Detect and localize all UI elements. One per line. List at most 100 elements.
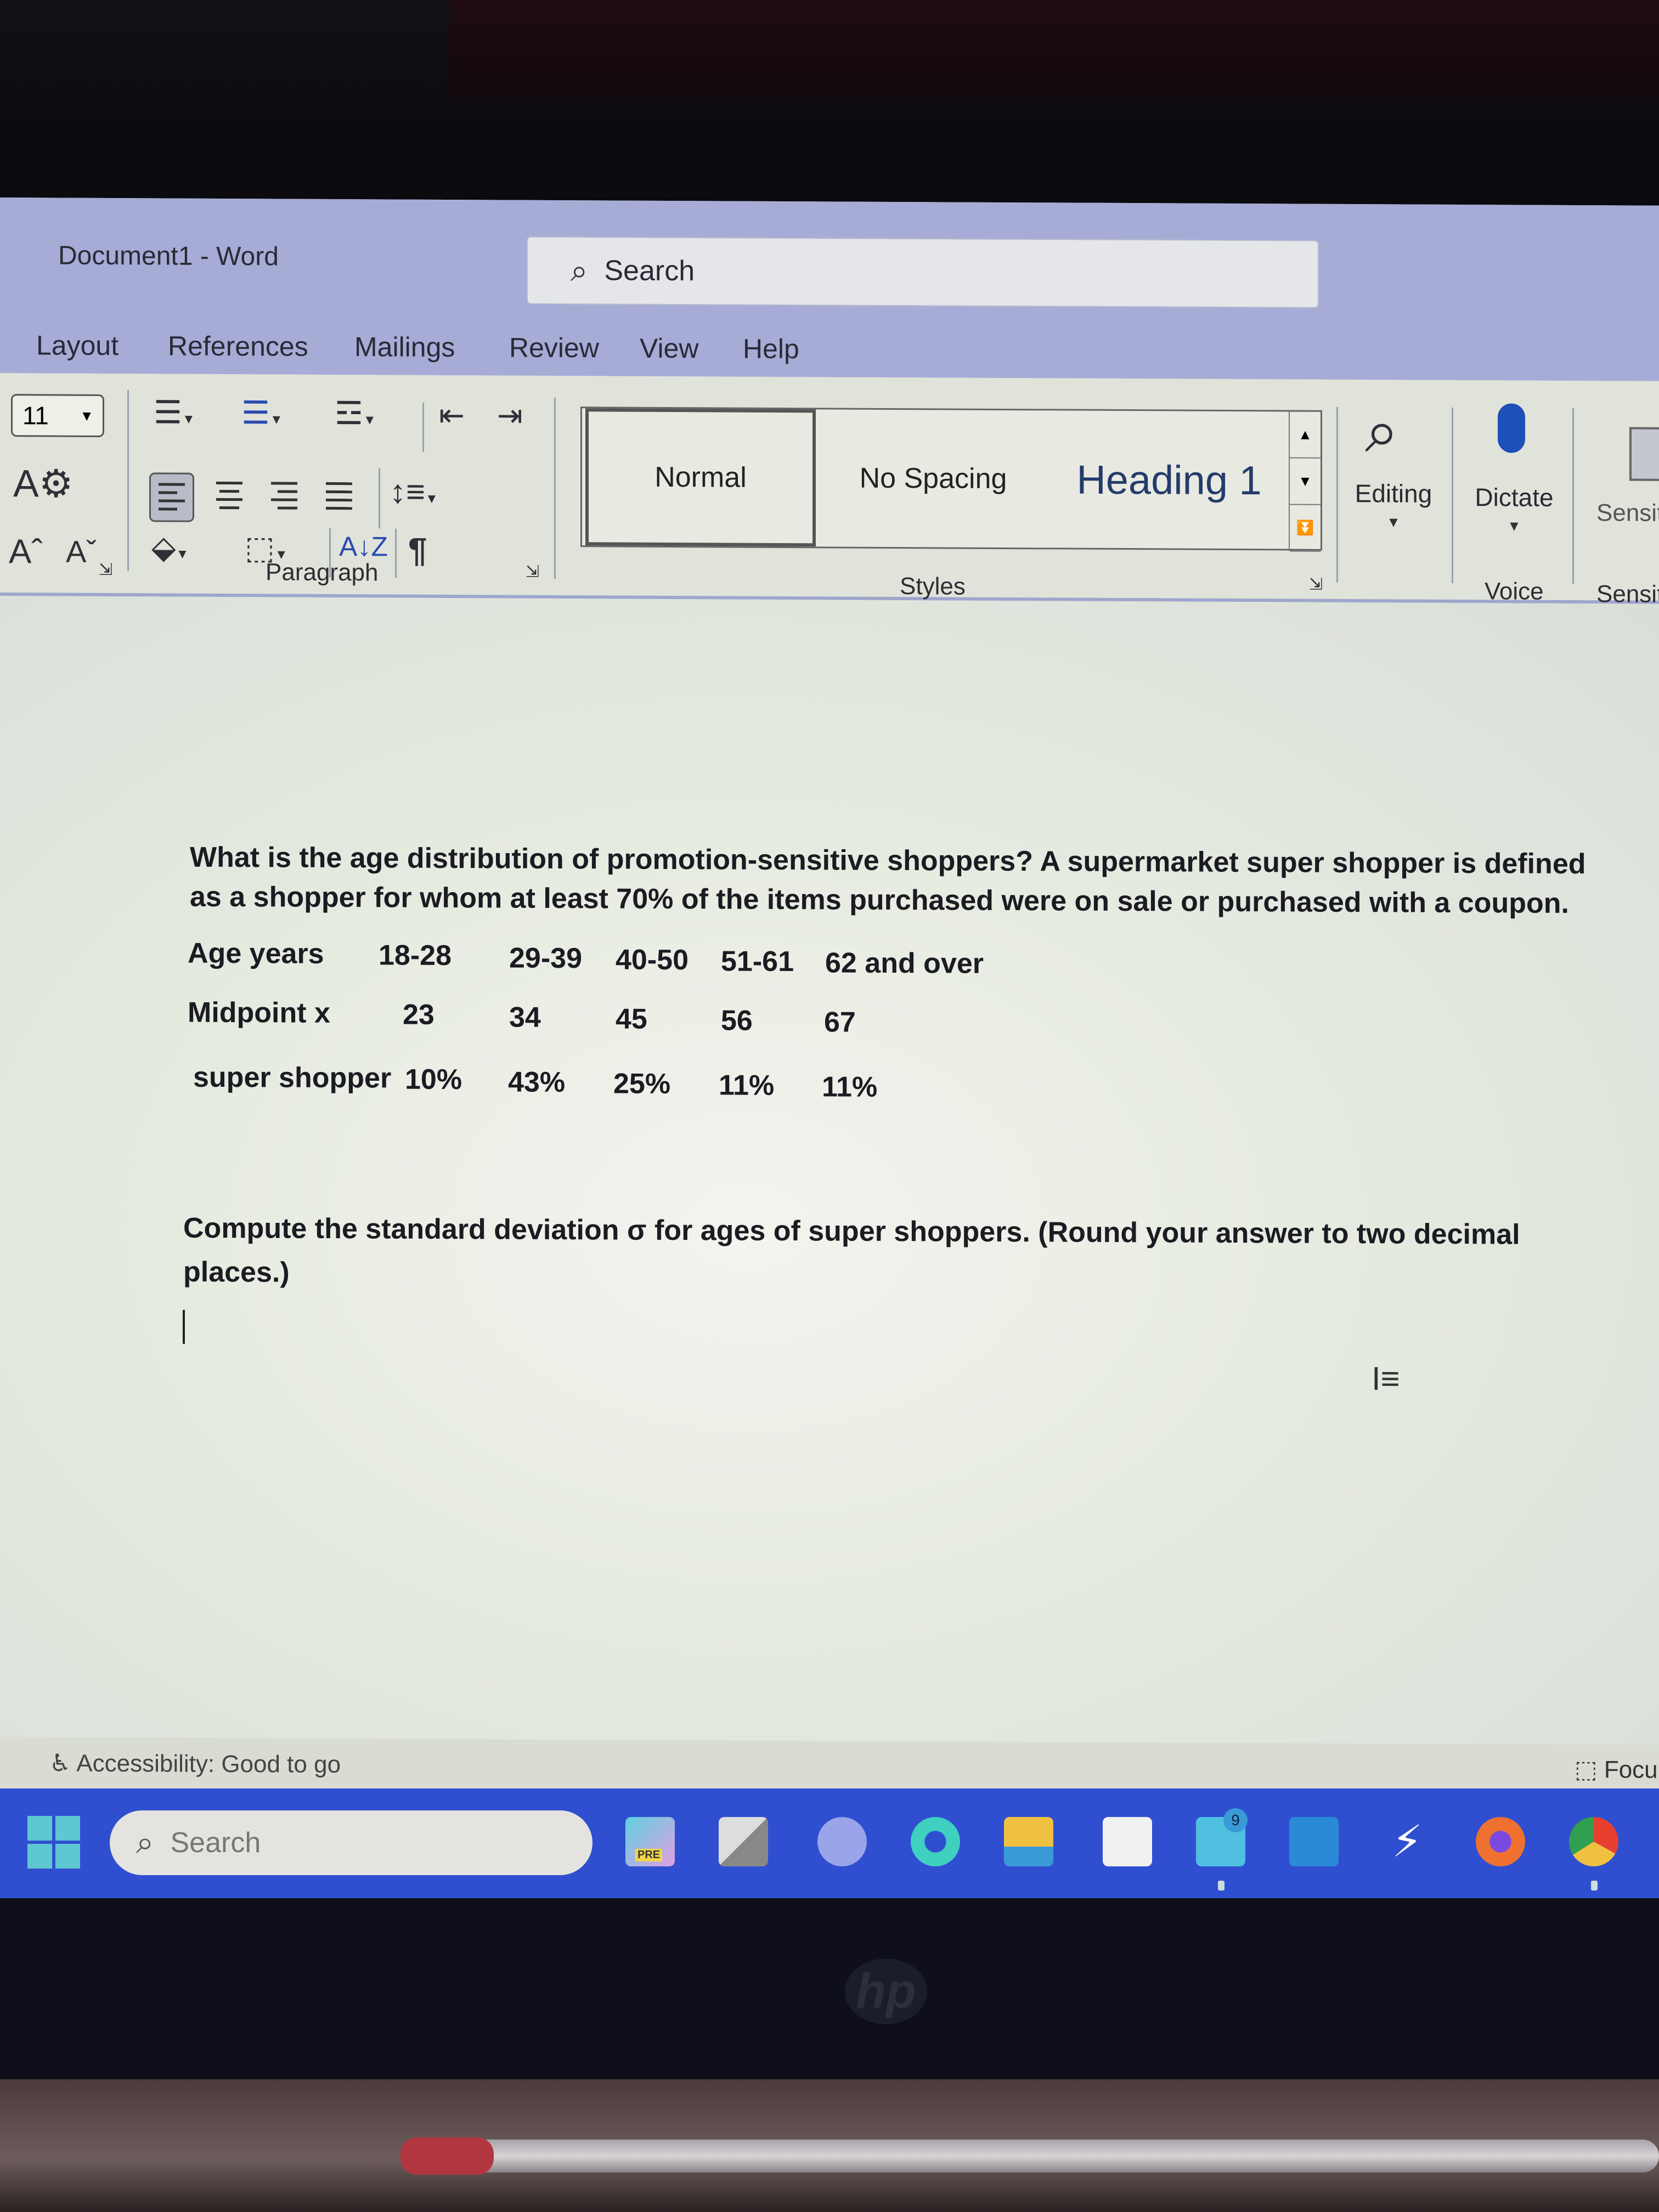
sensitivity-label[interactable]: Sensit <box>1596 499 1659 527</box>
row-label-age: Age years <box>188 937 324 970</box>
styles-gallery-scroll: ▲ ▼ ⏬ <box>1289 411 1321 552</box>
intro-line-1: What is the age distribution of promotio… <box>190 841 1586 881</box>
firefox-icon[interactable] <box>1476 1817 1525 1866</box>
table-cell: 10% <box>405 1063 462 1096</box>
increase-indent-icon[interactable]: ⇥ <box>497 397 523 433</box>
focus-icon: ⬚ <box>1575 1756 1598 1784</box>
justify-button[interactable] <box>318 473 360 520</box>
dictate-label: Dictate <box>1475 483 1554 512</box>
font-dialog-launcher-icon[interactable]: ⇲ <box>99 560 112 579</box>
table-cell: 11% <box>719 1069 775 1102</box>
editing-button[interactable]: ⌕ Editing ▼ <box>1339 396 1448 534</box>
tab-help[interactable]: Help <box>743 333 799 365</box>
editing-label: Editing <box>1355 479 1432 508</box>
text-effects-icon[interactable]: A⚙ <box>13 461 73 506</box>
table-cell: 45 <box>616 1003 647 1035</box>
table-cell: 23 <box>403 998 435 1031</box>
edge-icon[interactable] <box>911 1817 960 1866</box>
tab-view[interactable]: View <box>640 332 698 365</box>
align-right-button[interactable] <box>263 473 305 519</box>
copilot-icon[interactable]: PRE <box>625 1817 675 1866</box>
accessibility-status[interactable]: ♿ Accessibility: Good to go <box>49 1749 341 1779</box>
show-marks-icon[interactable]: ¶ <box>408 531 427 570</box>
taskbar-search[interactable]: ⌕ Search <box>110 1810 592 1875</box>
line-spacing-icon[interactable]: ↕≡▼ <box>390 472 438 510</box>
power-automate-icon[interactable]: ⚡ <box>1383 1817 1432 1866</box>
styles-group-label: Styles <box>900 573 966 600</box>
table-cell: 62 and over <box>825 947 984 980</box>
style-normal[interactable]: Normal <box>585 408 816 547</box>
mail-icon[interactable]: 9 <box>1196 1808 1248 1866</box>
align-left-button[interactable] <box>149 472 194 522</box>
tab-review[interactable]: Review <box>509 332 599 364</box>
group-divider <box>1572 408 1574 584</box>
accessibility-icon: ♿ <box>49 1750 71 1777</box>
file-explorer-icon[interactable] <box>1004 1817 1053 1866</box>
more-styles-icon[interactable]: ⏬ <box>1290 505 1321 552</box>
ribbon-tabs: Layout References Mailings Review View H… <box>0 307 1659 381</box>
dictate-button[interactable]: Dictate ▼ <box>1459 400 1569 538</box>
shrink-font-icon[interactable]: Aˇ <box>66 534 97 569</box>
tab-layout[interactable]: Layout <box>36 329 119 362</box>
font-size-value: 11 <box>22 401 49 430</box>
title-bar: Document1 - Word ⌕ Search <box>0 198 1659 321</box>
sort-icon[interactable]: A↓Z <box>339 531 388 562</box>
microsoft-store-icon[interactable] <box>1103 1817 1152 1866</box>
window-title: Document1 - Word <box>58 241 279 272</box>
status-bar: ♿ Accessibility: Good to go ⬚ Focu <box>0 1737 1659 1797</box>
search-placeholder: Search <box>604 255 695 287</box>
table-cell: 67 <box>824 1006 856 1039</box>
mail-badge: 9 <box>1223 1808 1248 1832</box>
tab-mailings[interactable]: Mailings <box>354 331 455 363</box>
align-right-icon <box>271 482 297 515</box>
hp-logo: hp <box>845 1959 927 2024</box>
running-indicator <box>1218 1881 1224 1891</box>
ribbon: 11 ▼ A⚙ Aˆ Aˇ ⇲ ☰▼ ☰▼ ☲▼ ⇤ ⇥ ↕≡▼ ⬙▼ ⬚▼ A… <box>0 373 1659 608</box>
focus-mode-button[interactable]: ⬚ Focu <box>1575 1756 1658 1784</box>
search-icon: ⌕ <box>136 1825 154 1860</box>
style-no-spacing[interactable]: No Spacing <box>818 409 1048 548</box>
decrease-indent-icon[interactable]: ⇤ <box>439 397 465 433</box>
start-button[interactable] <box>27 1816 80 1869</box>
teams-chat-icon[interactable] <box>817 1817 867 1866</box>
windows-taskbar: ⌕ Search PRE 9 ⚡ <box>0 1788 1659 1898</box>
scroll-down-icon[interactable]: ▼ <box>1290 458 1321 505</box>
task-view-icon[interactable] <box>719 1817 768 1866</box>
multilevel-list-icon[interactable]: ☲▼ <box>335 394 376 432</box>
running-indicator <box>1591 1881 1598 1891</box>
word-window: Document1 - Word ⌕ Search Layout Referen… <box>0 198 1659 1797</box>
align-left-icon <box>159 483 185 516</box>
pen <box>400 2140 1659 2172</box>
group-divider <box>1452 407 1453 583</box>
align-center-icon <box>216 481 242 515</box>
bullets-icon[interactable]: ☰▼ <box>154 393 195 431</box>
font-size-dropdown[interactable]: 11 ▼ <box>11 394 104 437</box>
row-label-midpoint: Midpoint x <box>188 996 330 1029</box>
grow-font-icon[interactable]: Aˆ <box>9 532 43 571</box>
preview-badge: PRE <box>635 1849 663 1861</box>
table-cell: 34 <box>509 1001 541 1034</box>
pen-cap <box>400 2137 494 2175</box>
sensitivity-icon[interactable] <box>1629 427 1659 481</box>
group-divider <box>554 397 556 579</box>
numbering-icon[interactable]: ☰▼ <box>241 394 283 431</box>
dropbox-icon[interactable] <box>1289 1817 1339 1866</box>
group-divider <box>1336 407 1338 583</box>
paragraph-dialog-launcher-icon[interactable]: ⇲ <box>526 562 539 582</box>
tab-references[interactable]: References <box>168 330 308 362</box>
chevron-down-icon: ▼ <box>80 407 94 424</box>
search-box[interactable]: ⌕ Search <box>527 236 1319 308</box>
styles-dialog-launcher-icon[interactable]: ⇲ <box>1309 575 1323 594</box>
shading-icon[interactable]: ⬙▼ <box>151 528 189 566</box>
style-heading-1[interactable]: Heading 1 <box>1048 410 1290 549</box>
search-icon: ⌕ <box>571 252 588 287</box>
table-cell: 56 <box>721 1005 753 1037</box>
chrome-icon[interactable] <box>1569 1817 1618 1866</box>
row-label-super-shopper: super shopper <box>193 1061 392 1094</box>
focus-label: Focu <box>1604 1756 1658 1784</box>
chevron-down-icon: ▼ <box>1386 514 1401 531</box>
align-center-button[interactable] <box>208 473 250 519</box>
document-canvas[interactable]: What is the age distribution of promotio… <box>0 596 1659 1745</box>
scroll-up-icon[interactable]: ▲ <box>1290 411 1321 459</box>
justify-icon <box>326 482 352 515</box>
